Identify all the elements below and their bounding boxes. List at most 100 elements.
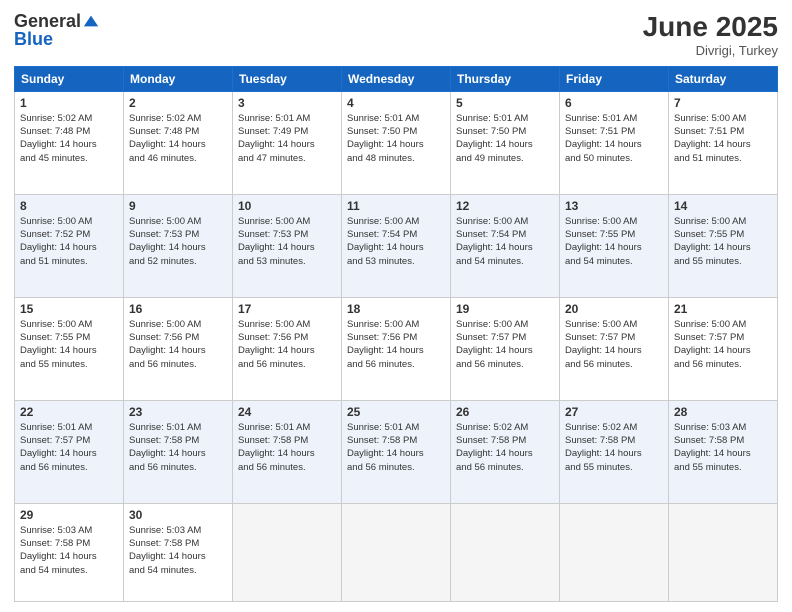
day-number: 25 [347, 405, 445, 419]
logo-blue: Blue [14, 30, 100, 48]
day-info: Sunrise: 5:00 AMSunset: 7:56 PMDaylight:… [347, 318, 445, 371]
day-number: 2 [129, 96, 227, 110]
day-info: Sunrise: 5:00 AMSunset: 7:54 PMDaylight:… [456, 215, 554, 268]
day-info: Sunrise: 5:01 AMSunset: 7:51 PMDaylight:… [565, 112, 663, 165]
table-row: 9Sunrise: 5:00 AMSunset: 7:53 PMDaylight… [124, 194, 233, 297]
day-info: Sunrise: 5:00 AMSunset: 7:53 PMDaylight:… [238, 215, 336, 268]
table-row: 11 Sunrise: 5:00 AMSunset: 7:54 PMDayligh… [342, 194, 451, 297]
table-row: 16 Sunrise: 5:00 AMSunset: 7:56 PMDayligh… [124, 297, 233, 400]
day-number: 4 [347, 96, 445, 110]
day-info: Sunrise: 5:00 AMSunset: 7:55 PMDaylight:… [565, 215, 663, 268]
table-row: 14Sunrise: 5:00 AMSunset: 7:55 PMDayligh… [669, 194, 778, 297]
table-row: 20 Sunrise: 5:00 AMSunset: 7:57 PMDayligh… [560, 297, 669, 400]
day-number: 16 [129, 302, 227, 316]
calendar-row: 22Sunrise: 5:01 AMSunset: 7:57 PMDayligh… [15, 400, 778, 503]
day-number: 19 [456, 302, 554, 316]
table-row [451, 503, 560, 601]
table-row: 1 Sunrise: 5:02 AMSunset: 7:48 PMDaylight… [15, 91, 124, 194]
day-info: Sunrise: 5:03 AMSunset: 7:58 PMDaylight:… [129, 524, 227, 577]
day-number: 1 [20, 96, 118, 110]
table-row: 18 Sunrise: 5:00 AMSunset: 7:56 PMDayligh… [342, 297, 451, 400]
col-wednesday: Wednesday [342, 66, 451, 91]
day-number: 26 [456, 405, 554, 419]
day-info: Sunrise: 5:00 AMSunset: 7:54 PMDaylight:… [347, 215, 445, 268]
table-row: 4Sunrise: 5:01 AMSunset: 7:50 PMDaylight… [342, 91, 451, 194]
day-number: 15 [20, 302, 118, 316]
day-number: 30 [129, 508, 227, 522]
table-row [560, 503, 669, 601]
day-number: 17 [238, 302, 336, 316]
title-block: June 2025 Divrigi, Turkey [643, 12, 778, 58]
table-row: 21Sunrise: 5:00 AMSunset: 7:57 PMDayligh… [669, 297, 778, 400]
table-row: 27 Sunrise: 5:02 AMSunset: 7:58 PMDayligh… [560, 400, 669, 503]
logo: General Blue [14, 12, 100, 48]
table-row: 12 Sunrise: 5:00 AMSunset: 7:54 PMDayligh… [451, 194, 560, 297]
table-row [233, 503, 342, 601]
day-number: 8 [20, 199, 118, 213]
day-number: 24 [238, 405, 336, 419]
table-row: 7 Sunrise: 5:00 AMSunset: 7:51 PMDaylight… [669, 91, 778, 194]
day-info: Sunrise: 5:01 AMSunset: 7:58 PMDaylight:… [129, 421, 227, 474]
table-row: 29Sunrise: 5:03 AMSunset: 7:58 PMDayligh… [15, 503, 124, 601]
calendar-row: 15 Sunrise: 5:00 AMSunset: 7:55 PMDayligh… [15, 297, 778, 400]
table-row: 22Sunrise: 5:01 AMSunset: 7:57 PMDayligh… [15, 400, 124, 503]
calendar-table: Sunday Monday Tuesday Wednesday Thursday… [14, 66, 778, 602]
day-info: Sunrise: 5:01 AMSunset: 7:58 PMDaylight:… [238, 421, 336, 474]
table-row [669, 503, 778, 601]
day-info: Sunrise: 5:00 AMSunset: 7:57 PMDaylight:… [565, 318, 663, 371]
day-number: 23 [129, 405, 227, 419]
day-number: 7 [674, 96, 772, 110]
table-row: 26 Sunrise: 5:02 AMSunset: 7:58 PMDayligh… [451, 400, 560, 503]
day-info: Sunrise: 5:01 AMSunset: 7:50 PMDaylight:… [456, 112, 554, 165]
day-info: Sunrise: 5:03 AMSunset: 7:58 PMDaylight:… [674, 421, 772, 474]
day-number: 13 [565, 199, 663, 213]
day-number: 5 [456, 96, 554, 110]
col-friday: Friday [560, 66, 669, 91]
day-info: Sunrise: 5:00 AMSunset: 7:57 PMDaylight:… [456, 318, 554, 371]
page: General Blue June 2025 Divrigi, Turkey S… [0, 0, 792, 612]
day-number: 20 [565, 302, 663, 316]
table-row: 30 Sunrise: 5:03 AMSunset: 7:58 PMDayligh… [124, 503, 233, 601]
day-number: 11 [347, 199, 445, 213]
day-number: 21 [674, 302, 772, 316]
day-number: 29 [20, 508, 118, 522]
calendar-row: 1 Sunrise: 5:02 AMSunset: 7:48 PMDaylight… [15, 91, 778, 194]
logo-general: General [14, 11, 81, 31]
table-row: 28 Sunrise: 5:03 AMSunset: 7:58 PMDayligh… [669, 400, 778, 503]
table-row: 13 Sunrise: 5:00 AMSunset: 7:55 PMDayligh… [560, 194, 669, 297]
col-sunday: Sunday [15, 66, 124, 91]
col-tuesday: Tuesday [233, 66, 342, 91]
table-row: 23 Sunrise: 5:01 AMSunset: 7:58 PMDayligh… [124, 400, 233, 503]
day-number: 27 [565, 405, 663, 419]
table-row [342, 503, 451, 601]
day-info: Sunrise: 5:02 AMSunset: 7:48 PMDaylight:… [20, 112, 118, 165]
table-row: 3Sunrise: 5:01 AMSunset: 7:49 PMDaylight… [233, 91, 342, 194]
header: General Blue June 2025 Divrigi, Turkey [14, 12, 778, 58]
day-info: Sunrise: 5:02 AMSunset: 7:58 PMDaylight:… [456, 421, 554, 474]
day-number: 28 [674, 405, 772, 419]
day-info: Sunrise: 5:01 AMSunset: 7:49 PMDaylight:… [238, 112, 336, 165]
day-info: Sunrise: 5:00 AMSunset: 7:55 PMDaylight:… [674, 215, 772, 268]
day-info: Sunrise: 5:00 AMSunset: 7:51 PMDaylight:… [674, 112, 772, 165]
day-info: Sunrise: 5:00 AMSunset: 7:52 PMDaylight:… [20, 215, 118, 268]
table-row: 6 Sunrise: 5:01 AMSunset: 7:51 PMDaylight… [560, 91, 669, 194]
table-row: 15 Sunrise: 5:00 AMSunset: 7:55 PMDayligh… [15, 297, 124, 400]
table-row: 24 Sunrise: 5:01 AMSunset: 7:58 PMDayligh… [233, 400, 342, 503]
day-info: Sunrise: 5:00 AMSunset: 7:56 PMDaylight:… [238, 318, 336, 371]
calendar-row: 8 Sunrise: 5:00 AMSunset: 7:52 PMDaylight… [15, 194, 778, 297]
table-row: 10 Sunrise: 5:00 AMSunset: 7:53 PMDayligh… [233, 194, 342, 297]
col-thursday: Thursday [451, 66, 560, 91]
day-info: Sunrise: 5:02 AMSunset: 7:48 PMDaylight:… [129, 112, 227, 165]
day-number: 9 [129, 199, 227, 213]
month-title: June 2025 [643, 12, 778, 43]
day-number: 22 [20, 405, 118, 419]
day-number: 10 [238, 199, 336, 213]
day-number: 12 [456, 199, 554, 213]
day-number: 6 [565, 96, 663, 110]
day-number: 18 [347, 302, 445, 316]
day-info: Sunrise: 5:00 AMSunset: 7:55 PMDaylight:… [20, 318, 118, 371]
day-info: Sunrise: 5:02 AMSunset: 7:58 PMDaylight:… [565, 421, 663, 474]
day-info: Sunrise: 5:00 AMSunset: 7:56 PMDaylight:… [129, 318, 227, 371]
table-row: 8 Sunrise: 5:00 AMSunset: 7:52 PMDaylight… [15, 194, 124, 297]
day-info: Sunrise: 5:01 AMSunset: 7:58 PMDaylight:… [347, 421, 445, 474]
